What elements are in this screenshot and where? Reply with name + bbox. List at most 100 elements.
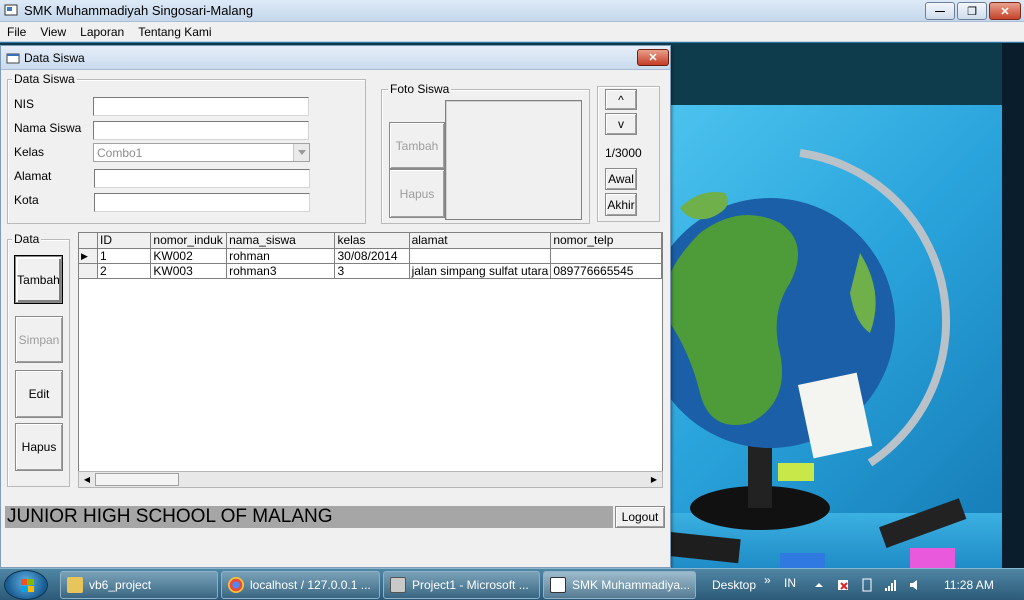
app-window-icon [550,577,566,593]
vb-project-icon [390,577,406,593]
language-indicator[interactable]: IN [784,576,796,590]
network-signal-icon[interactable] [884,578,898,592]
child-title-bar: Data Siswa ✕ [1,46,670,70]
grid-header-cell[interactable]: nama_siswa [226,233,336,249]
scroll-right-icon[interactable]: ▶ [646,472,662,487]
app-close-button[interactable]: ✕ [989,2,1021,20]
simpan-button[interactable]: Simpan [15,316,63,363]
action-center-icon[interactable] [836,578,850,592]
grid-header-row: ID nomor_induk nama_siswa kelas alamat n… [79,233,662,249]
alamat-label: Alamat [14,169,52,183]
table-cell[interactable]: KW003 [150,263,228,279]
foto-hapus-button[interactable]: Hapus [389,169,445,218]
child-close-button[interactable]: ✕ [637,49,669,66]
grid-header-cell[interactable]: ID [97,233,152,249]
table-cell[interactable]: rohman [226,248,336,264]
chevron-right-icon[interactable]: » [764,573,771,587]
record-position: 1/3000 [605,146,642,160]
logout-button[interactable]: Logout [615,506,665,528]
close-icon: ✕ [1000,5,1010,18]
row-selector[interactable] [79,263,99,279]
kota-input[interactable] [94,193,310,212]
taskbar-item-label: localhost / 127.0.0.1 ... [250,578,371,592]
app-title: SMK Muhammadiyah Singosari-Malang [24,3,254,18]
alamat-input[interactable] [94,169,310,188]
current-row-arrow-icon[interactable]: ▶ [79,248,99,264]
minimize-icon: — [935,5,945,17]
table-cell[interactable] [550,248,662,264]
hapus-button[interactable]: Hapus [15,423,63,471]
taskbar-item-label: vb6_project [89,578,152,592]
table-cell[interactable]: rohman3 [226,263,336,279]
chevron-down-icon[interactable] [293,144,309,161]
taskbar-item-vb6-project[interactable]: vb6_project [60,571,218,599]
table-row[interactable]: 2 KW003 rohman3 3 jalan simpang sulfat u… [79,263,662,279]
grid-header-cell[interactable]: alamat [409,233,552,249]
data-siswa-window: Data Siswa ✕ Data Siswa NIS Nama Siswa K… [0,45,671,568]
taskbar-item-label: SMK Muhammadiya... [572,578,691,592]
akhir-button[interactable]: Akhir [605,193,637,216]
taskbar-item-browser[interactable]: localhost / 127.0.0.1 ... [221,571,380,599]
data-grid[interactable]: ID nomor_induk nama_siswa kelas alamat n… [78,232,663,488]
menu-file[interactable]: File [0,25,33,39]
close-icon: ✕ [648,52,658,64]
nis-input[interactable] [93,97,309,116]
table-cell[interactable]: KW002 [150,248,228,264]
folder-icon [67,577,83,593]
scroll-left-icon[interactable]: ◀ [79,472,95,487]
table-cell[interactable]: 089776665545 [550,263,662,279]
edit-button[interactable]: Edit [15,370,63,418]
table-cell[interactable]: 30/08/2014 [334,248,410,264]
grid-header-cell[interactable]: nomor_telp [550,233,662,249]
start-button[interactable] [4,570,48,600]
awal-button[interactable]: Awal [605,168,637,190]
previous-record-button[interactable]: ^ [605,89,637,110]
taskbar-item-label: Project1 - Microsoft ... [412,578,529,592]
menu-laporan[interactable]: Laporan [73,25,131,39]
kelas-combo[interactable]: Combo1 [93,143,310,162]
table-cell[interactable]: jalan simpang sulfat utara [409,263,552,279]
menu-bar: File View Laporan Tentang Kami [0,22,1024,42]
restore-icon: ❐ [967,5,977,18]
scrollbar-thumb[interactable] [95,473,179,486]
restore-button[interactable]: ❐ [957,2,987,20]
nis-label: NIS [14,97,35,111]
grid-horizontal-scrollbar[interactable]: ◀ ▶ [78,471,663,488]
table-cell[interactable]: 2 [97,263,152,279]
app-title-bar: SMK Muhammadiyah Singosari-Malang — ❐ ✕ [0,0,1024,22]
table-cell[interactable]: 3 [334,263,410,279]
desktop-toolbar[interactable]: Desktop [712,578,756,592]
kota-label: Kota [14,193,39,207]
taskbar: vb6_project localhost / 127.0.0.1 ... Pr… [0,568,1024,600]
taskbar-item-smk-app[interactable]: SMK Muhammadiya... [543,571,696,599]
grid-header-cell[interactable]: kelas [334,233,410,249]
data-siswa-frame-label: Data Siswa [12,72,77,86]
grid-header-cell[interactable]: nomor_induk [150,233,228,249]
table-cell[interactable]: 1 [97,248,152,264]
taskbar-item-project1[interactable]: Project1 - Microsoft ... [383,571,540,599]
show-hidden-icons-icon[interactable] [812,578,826,592]
tambah-button[interactable]: Tambah [14,255,63,304]
kelas-combo-value: Combo1 [97,146,143,160]
form-icon [6,53,20,64]
foto-tambah-button[interactable]: Tambah [389,122,445,169]
next-record-button[interactable]: v [605,113,637,135]
nama-siswa-input[interactable] [93,121,309,140]
foto-siswa-frame-label: Foto Siswa [388,82,452,96]
app-icon [4,4,18,16]
table-row[interactable]: ▶ 1 KW002 rohman 30/08/2014 [79,248,662,264]
device-icon[interactable] [860,578,874,592]
school-status-bar: JUNIOR HIGH SCHOOL OF MALANG [5,506,613,528]
chrome-icon [228,577,244,593]
foto-siswa-image [445,100,582,220]
clock[interactable]: 11:28 AM [944,578,994,592]
menu-tentang-kami[interactable]: Tentang Kami [131,25,218,39]
minimize-button[interactable]: — [925,2,955,20]
kelas-label: Kelas [14,145,45,159]
nama-siswa-label: Nama Siswa [14,121,82,135]
table-cell[interactable] [409,248,552,264]
child-title: Data Siswa [24,51,85,65]
volume-icon[interactable] [908,578,922,592]
grid-corner [79,233,99,249]
menu-view[interactable]: View [33,25,73,39]
